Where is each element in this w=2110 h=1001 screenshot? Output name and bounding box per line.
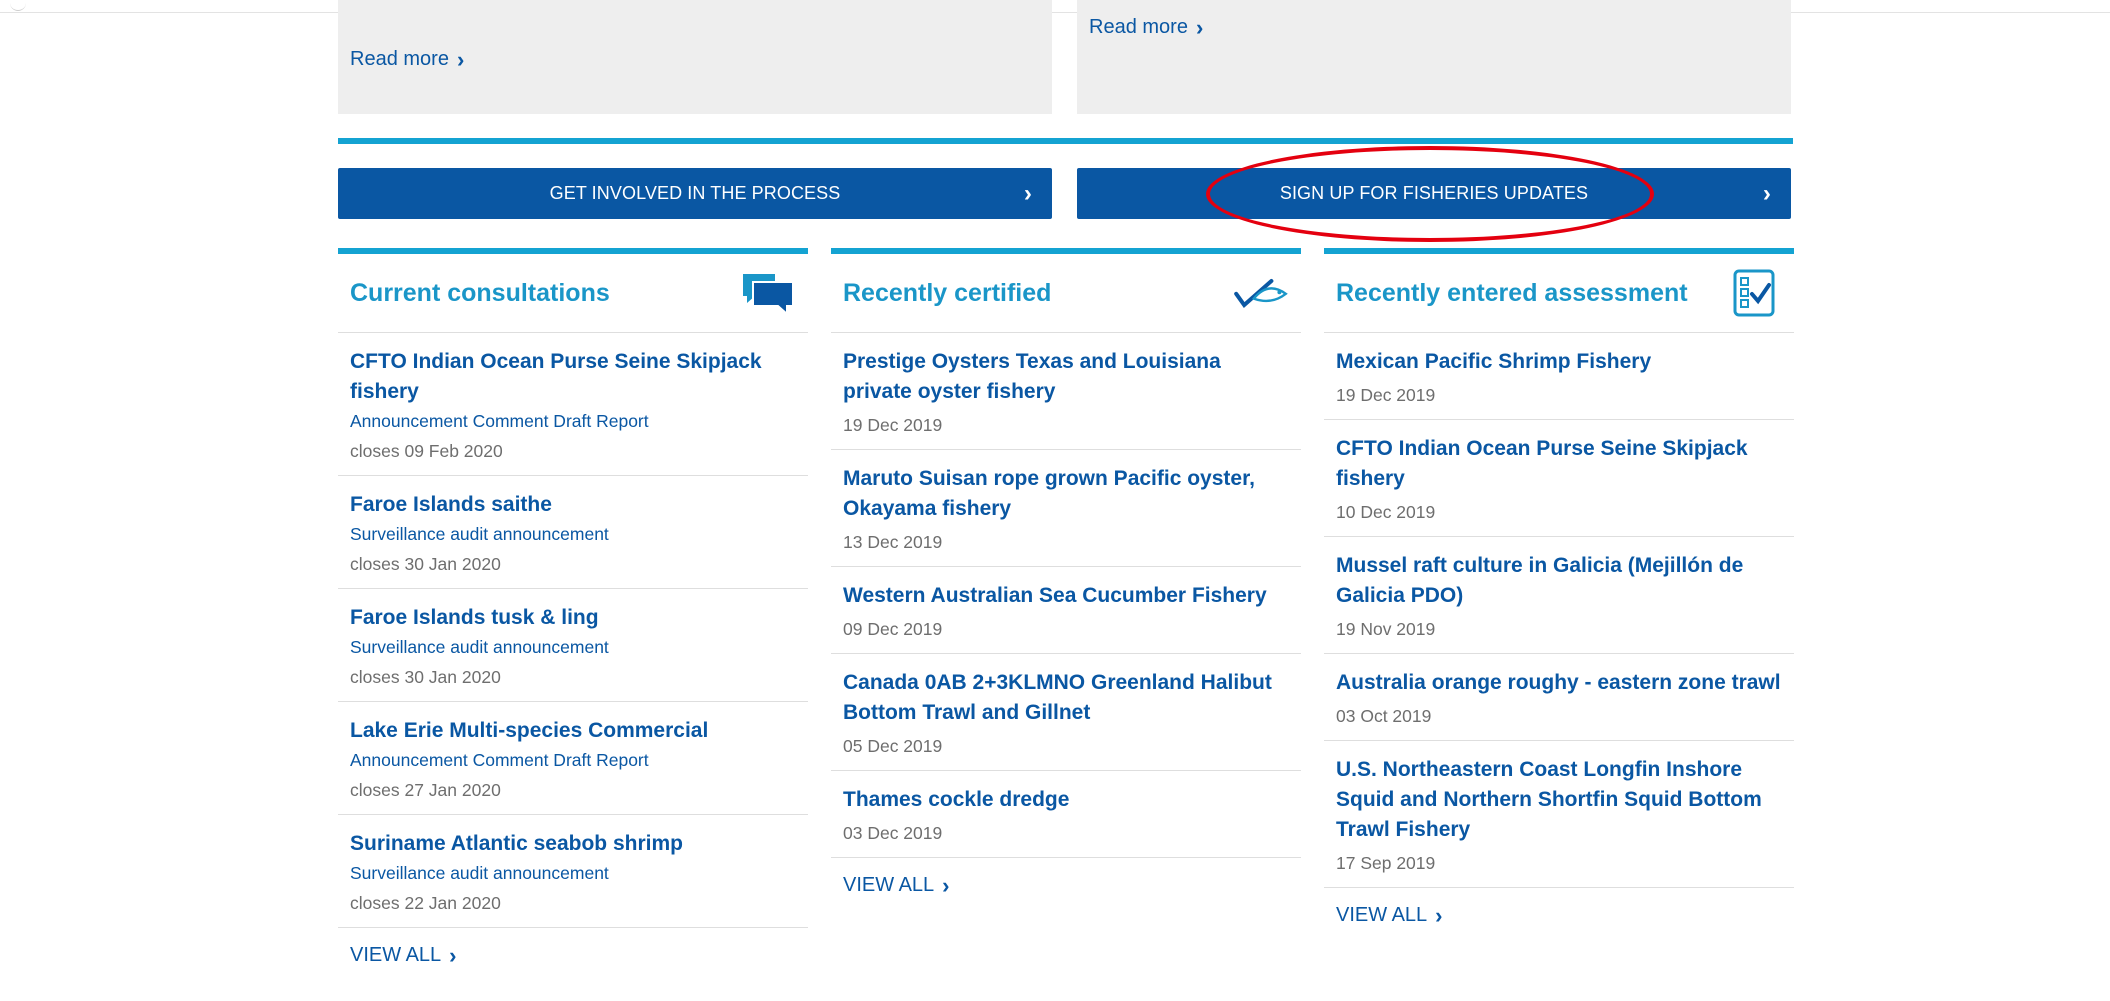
checklist-icon [1726, 269, 1782, 317]
chevron-right-icon: › [456, 46, 465, 72]
item-date: 17 Sep 2019 [1336, 853, 1436, 873]
chevron-right-icon: › [449, 942, 457, 968]
column-title: Recently entered assessment [1336, 278, 1688, 307]
item-date: 19 Dec 2019 [1336, 385, 1436, 405]
item-date: closes 22 Jan 2020 [350, 893, 501, 913]
chevron-right-icon: › [942, 872, 950, 898]
read-more-link-right[interactable]: Read more › [1089, 16, 1203, 39]
list-item[interactable]: Australia orange roughy - eastern zone t… [1324, 654, 1794, 741]
column-header: Recently certified [831, 254, 1301, 333]
read-more-link-left[interactable]: Read more › [350, 48, 464, 71]
list-item[interactable]: CFTO Indian Ocean Purse Seine Skipjack f… [338, 333, 808, 476]
column-header: Recently entered assessment [1324, 254, 1794, 333]
view-all-label: VIEW ALL [843, 874, 935, 896]
item-subtitle: Surveillance audit announcement [350, 637, 609, 657]
list-item[interactable]: Thames cockle dredge 03 Dec 2019 [831, 771, 1301, 858]
list-item[interactable]: Maruto Suisan rope grown Pacific oyster,… [831, 450, 1301, 567]
chevron-right-icon: › [1195, 14, 1204, 40]
section-divider [338, 138, 1793, 144]
item-title[interactable]: Western Australian Sea Cucumber Fishery [843, 581, 1289, 611]
item-date: 10 Dec 2019 [1336, 502, 1436, 522]
column-title: Current consultations [350, 278, 610, 307]
item-date: 03 Dec 2019 [843, 823, 943, 843]
item-title[interactable]: Canada 0AB 2+3KLMNO Greenland Halibut Bo… [843, 668, 1289, 728]
view-all-link[interactable]: VIEW ALL › [1324, 888, 1794, 943]
item-date: 13 Dec 2019 [843, 532, 943, 552]
view-all-link[interactable]: VIEW ALL › [831, 858, 1301, 913]
list-item[interactable]: Canada 0AB 2+3KLMNO Greenland Halibut Bo… [831, 654, 1301, 771]
get-involved-label: GET INVOLVED IN THE PROCESS [549, 183, 841, 203]
current-consultations-column: Current consultations CFTO Indian Ocean … [338, 248, 808, 983]
list-item[interactable]: CFTO Indian Ocean Purse Seine Skipjack f… [1324, 420, 1794, 537]
item-date: 09 Dec 2019 [843, 619, 943, 639]
fish-check-icon [1233, 269, 1289, 317]
top-divider-line [0, 12, 2110, 13]
item-subtitle: Announcement Comment Draft Report [350, 411, 649, 431]
list-item[interactable]: U.S. Northeastern Coast Longfin Inshore … [1324, 741, 1794, 888]
item-title[interactable]: Maruto Suisan rope grown Pacific oyster,… [843, 464, 1289, 524]
read-more-label: Read more [350, 48, 449, 70]
list-item[interactable]: Lake Erie Multi-species Commercial Annou… [338, 702, 808, 815]
item-date: closes 30 Jan 2020 [350, 667, 501, 687]
column-header: Current consultations [338, 254, 808, 333]
sign-up-updates-button[interactable]: SIGN UP FOR FISHERIES UPDATES › [1077, 168, 1791, 219]
chevron-right-icon: › [1023, 180, 1032, 207]
list-item[interactable]: Mexican Pacific Shrimp Fishery 19 Dec 20… [1324, 333, 1794, 420]
item-title[interactable]: Faroe Islands tusk & ling [350, 603, 796, 633]
item-title[interactable]: CFTO Indian Ocean Purse Seine Skipjack f… [1336, 434, 1782, 494]
promo-card-right: Read more › [1077, 0, 1791, 114]
item-title[interactable]: CFTO Indian Ocean Purse Seine Skipjack f… [350, 347, 796, 407]
item-title[interactable]: Faroe Islands saithe [350, 490, 796, 520]
item-title[interactable]: Lake Erie Multi-species Commercial [350, 716, 796, 746]
get-involved-button[interactable]: GET INVOLVED IN THE PROCESS › [338, 168, 1052, 219]
view-all-label: VIEW ALL [1336, 904, 1428, 926]
read-more-label: Read more [1089, 16, 1188, 38]
view-all-link[interactable]: VIEW ALL › [338, 928, 808, 983]
column-title: Recently certified [843, 278, 1052, 307]
item-title[interactable]: Australia orange roughy - eastern zone t… [1336, 668, 1782, 698]
chevron-right-icon: › [1762, 180, 1771, 207]
list-item[interactable]: Faroe Islands tusk & ling Surveillance a… [338, 589, 808, 702]
item-title[interactable]: Mexican Pacific Shrimp Fishery [1336, 347, 1782, 377]
list-item[interactable]: Faroe Islands saithe Surveillance audit … [338, 476, 808, 589]
item-subtitle: Announcement Comment Draft Report [350, 750, 649, 770]
list-item[interactable]: Suriname Atlantic seabob shrimp Surveill… [338, 815, 808, 928]
item-date: closes 30 Jan 2020 [350, 554, 501, 574]
recently-entered-assessment-column: Recently entered assessment Mexican Paci… [1324, 248, 1794, 943]
item-date: closes 27 Jan 2020 [350, 780, 501, 800]
sign-up-updates-label: SIGN UP FOR FISHERIES UPDATES [1279, 183, 1589, 203]
item-date: 19 Dec 2019 [843, 415, 943, 435]
promo-card-left: Read more › [338, 0, 1052, 114]
item-subtitle: Surveillance audit announcement [350, 524, 609, 544]
view-all-label: VIEW ALL [350, 944, 442, 966]
item-date: 19 Nov 2019 [1336, 619, 1436, 639]
item-title[interactable]: Mussel raft culture in Galicia (Mejillón… [1336, 551, 1782, 611]
chevron-right-icon: › [1435, 902, 1443, 928]
item-subtitle: Surveillance audit announcement [350, 863, 609, 883]
recently-certified-column: Recently certified Prestige Oysters Texa… [831, 248, 1301, 913]
item-date: 03 Oct 2019 [1336, 706, 1432, 726]
item-date: closes 09 Feb 2020 [350, 441, 503, 461]
list-item[interactable]: Prestige Oysters Texas and Louisiana pri… [831, 333, 1301, 450]
item-title[interactable]: Thames cockle dredge [843, 785, 1289, 815]
item-title[interactable]: U.S. Northeastern Coast Longfin Inshore … [1336, 755, 1782, 845]
corner-mark [10, 2, 26, 11]
list-item[interactable]: Western Australian Sea Cucumber Fishery … [831, 567, 1301, 654]
item-date: 05 Dec 2019 [843, 736, 943, 756]
chat-bubbles-icon [740, 269, 796, 317]
item-title[interactable]: Prestige Oysters Texas and Louisiana pri… [843, 347, 1289, 407]
list-item[interactable]: Mussel raft culture in Galicia (Mejillón… [1324, 537, 1794, 654]
item-title[interactable]: Suriname Atlantic seabob shrimp [350, 829, 796, 859]
